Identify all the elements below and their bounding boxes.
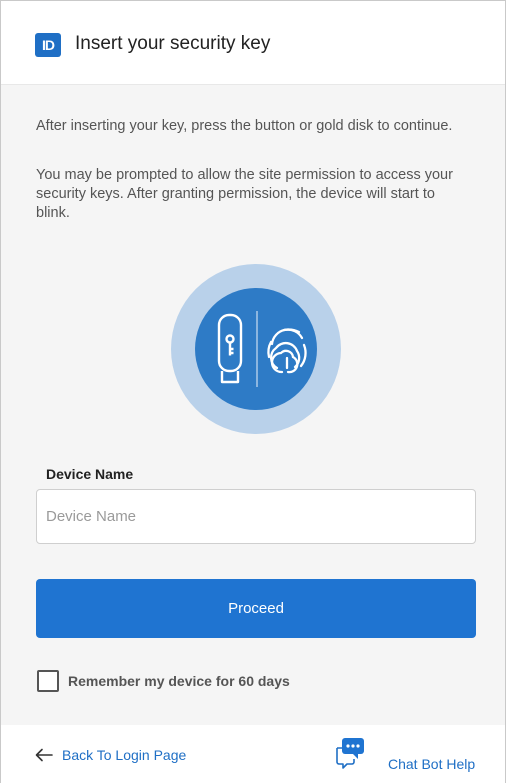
- back-label: Back To Login Page: [62, 747, 187, 763]
- chat-bot-help-link[interactable]: Chat Bot Help: [334, 735, 476, 772]
- inner-circle: [195, 288, 317, 410]
- instruction-text-2: You may be prompted to allow the site pe…: [36, 167, 453, 221]
- back-to-login-link[interactable]: Back To Login Page: [35, 747, 186, 763]
- device-name-input[interactable]: [36, 489, 476, 544]
- proceed-button[interactable]: Proceed: [36, 579, 476, 638]
- header: ID Insert your security key: [1, 1, 505, 85]
- id-logo: ID: [35, 33, 61, 57]
- instruction-text-1: After inserting your key, press the butt…: [36, 118, 453, 134]
- remember-label: Remember my device for 60 days: [68, 673, 290, 689]
- remember-checkbox[interactable]: [37, 670, 59, 692]
- page-title: Insert your security key: [75, 33, 271, 54]
- arrow-left-icon: [35, 748, 53, 762]
- footer: Back To Login Page Chat Bot Help: [1, 725, 505, 783]
- security-key-card: ID Insert your security key After insert…: [0, 0, 506, 783]
- remember-device[interactable]: Remember my device for 60 days: [37, 670, 290, 692]
- chat-bubble-icon: [336, 738, 364, 769]
- device-name-label: Device Name: [46, 466, 134, 482]
- chat-label: Chat Bot Help: [388, 756, 476, 772]
- security-key-illustration: [171, 264, 341, 434]
